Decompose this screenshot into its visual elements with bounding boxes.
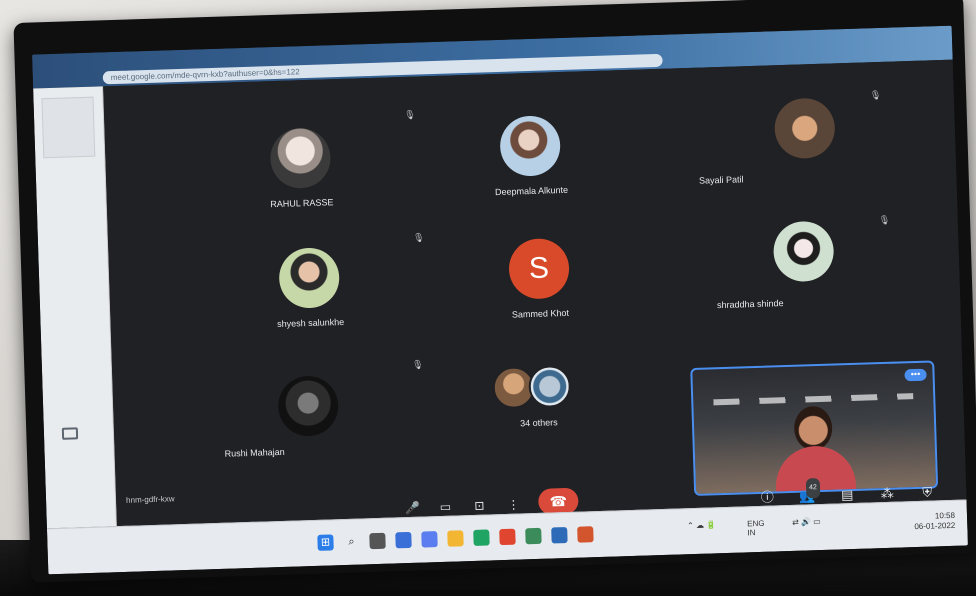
app-icon[interactable] xyxy=(499,528,516,546)
participant-count-badge: 42 xyxy=(805,478,821,499)
mic-off-icon: 🎙 xyxy=(403,109,416,120)
tray-icons[interactable]: ⌃ ☁ 🔋 xyxy=(687,520,716,530)
avatar xyxy=(269,127,332,190)
clock-date: 06-01-2022 xyxy=(914,520,956,532)
meeting-code: hnm-gdfr-kxw xyxy=(125,494,175,505)
participant-tile[interactable]: 🎙 shraddha shinde xyxy=(642,207,896,333)
person-head xyxy=(793,405,833,451)
participant-tile[interactable]: shyesh salunkhe xyxy=(183,226,437,352)
participant-tile[interactable]: RAHUL RASSE xyxy=(174,106,428,232)
group-avatars xyxy=(492,364,593,411)
chat-app-icon[interactable] xyxy=(421,531,438,548)
mic-off-icon: 🎙 xyxy=(878,214,891,226)
chrome-icon[interactable] xyxy=(473,529,490,546)
more-options-icon[interactable]: ••• xyxy=(904,368,927,382)
language-indicator[interactable]: ENG IN xyxy=(747,519,765,538)
participant-tile[interactable]: 🎙 34 others xyxy=(412,344,666,470)
widgets-icon[interactable] xyxy=(395,531,412,549)
participant-name: Rushi Mahajan xyxy=(224,446,285,459)
participant-tile[interactable]: 🎙 Sayali Patil xyxy=(633,82,887,208)
start-icon[interactable]: ⊞ xyxy=(317,534,334,551)
ceiling-lights xyxy=(713,393,914,406)
language-sub-label: IN xyxy=(747,528,756,538)
taskbar-clock[interactable]: 10:58 06-01-2022 xyxy=(914,511,956,532)
avatar xyxy=(773,97,836,160)
clock-time: 10:58 xyxy=(934,510,956,521)
search-icon[interactable]: ⌕ xyxy=(343,534,359,550)
participant-name: RAHUL RASSE xyxy=(270,197,334,210)
participant-tile[interactable]: 🎙 S Sammed Khot xyxy=(413,217,667,343)
mic-off-icon: 🎙 xyxy=(411,359,424,370)
mic-off-icon: 🎙 xyxy=(412,232,425,243)
chrome-profile-icon[interactable] xyxy=(551,527,568,544)
task-view-icon[interactable] xyxy=(369,532,386,550)
participant-name: 34 others xyxy=(519,417,558,429)
window-icon[interactable] xyxy=(61,427,79,440)
file-explorer-icon[interactable] xyxy=(447,530,464,547)
chrome-profile-icon[interactable] xyxy=(525,527,542,545)
avatar xyxy=(278,247,341,309)
participant-name: shraddha shinde xyxy=(716,298,784,311)
mic-off-icon: 🎙 xyxy=(869,89,882,101)
participant-tile[interactable]: Rushi Mahajan xyxy=(182,354,436,480)
self-view-tile[interactable]: ••• xyxy=(690,360,939,496)
participant-name: shyesh salunkhe xyxy=(276,316,345,330)
avatar xyxy=(499,115,562,177)
network-volume-battery-icons[interactable]: ⇄ 🔊 ▭ xyxy=(792,517,821,527)
laptop-screen: meet.google.com/mde-qvrn-kxb?authuser=0&… xyxy=(32,25,968,575)
participant-tile[interactable]: 🎙 Deepmala Alkunte xyxy=(404,94,658,220)
meet-grid: RAHUL RASSE 🎙 Deepmala Alkunte 🎙 Sayali … xyxy=(103,59,967,527)
avatar: S xyxy=(508,237,570,300)
avatar xyxy=(528,364,572,409)
avatar xyxy=(277,375,340,438)
avatar xyxy=(772,220,835,283)
rail-panel[interactable] xyxy=(41,96,96,159)
language-label: ENG xyxy=(747,518,765,529)
app-icon[interactable] xyxy=(577,526,594,543)
